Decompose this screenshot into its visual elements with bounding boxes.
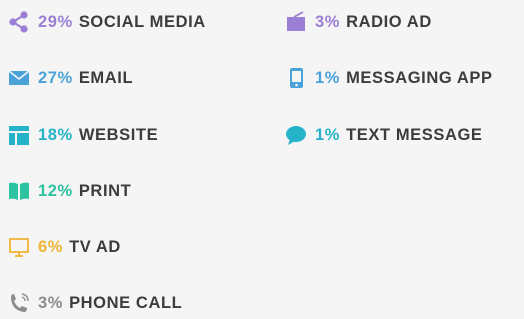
chat-bubble-icon [285,124,307,146]
label-phone-call: PHONE CALL [69,293,183,312]
percent-messaging-app: 1% [315,68,341,87]
envelope-icon [8,67,30,89]
item-text-message: 1% TEXT MESSAGE [285,123,483,147]
label-website: WEBSITE [78,125,159,144]
percent-website: 18% [38,125,73,144]
percent-email: 27% [38,68,73,87]
label-text-message: TEXT MESSAGE [346,125,483,144]
item-email: 27% EMAIL [8,66,133,90]
channel-breakdown: { "colors": { "purple": "#9b7fd4", "blue… [0,0,524,319]
percent-radio-ad: 3% [315,12,341,31]
label-print: PRINT [78,181,132,200]
phone-icon [8,292,30,314]
item-phone-call: 3% PHONE CALL [8,291,182,315]
share-icon [8,11,30,33]
percent-phone-call: 3% [38,293,64,312]
item-print: 12% PRINT [8,179,131,203]
percent-text-message: 1% [315,125,341,144]
percent-print: 12% [38,181,73,200]
label-email: EMAIL [78,68,134,87]
label-social-media: SOCIAL MEDIA [78,12,206,31]
item-website: 18% WEBSITE [8,123,158,147]
percent-social-media: 29% [38,12,73,31]
book-icon [8,180,30,202]
mobile-icon [285,67,307,89]
radio-icon [285,11,307,33]
item-social-media: 29% SOCIAL MEDIA [8,10,206,34]
website-icon [8,124,30,146]
item-messaging-app: 1% MESSAGING APP [285,66,493,90]
percent-tv-ad: 6% [38,237,64,256]
label-tv-ad: TV AD [69,237,121,256]
item-tv-ad: 6% TV AD [8,235,121,259]
label-messaging-app: MESSAGING APP [346,68,493,87]
monitor-icon [8,236,30,258]
item-radio-ad: 3% RADIO AD [285,10,432,34]
label-radio-ad: RADIO AD [346,12,432,31]
